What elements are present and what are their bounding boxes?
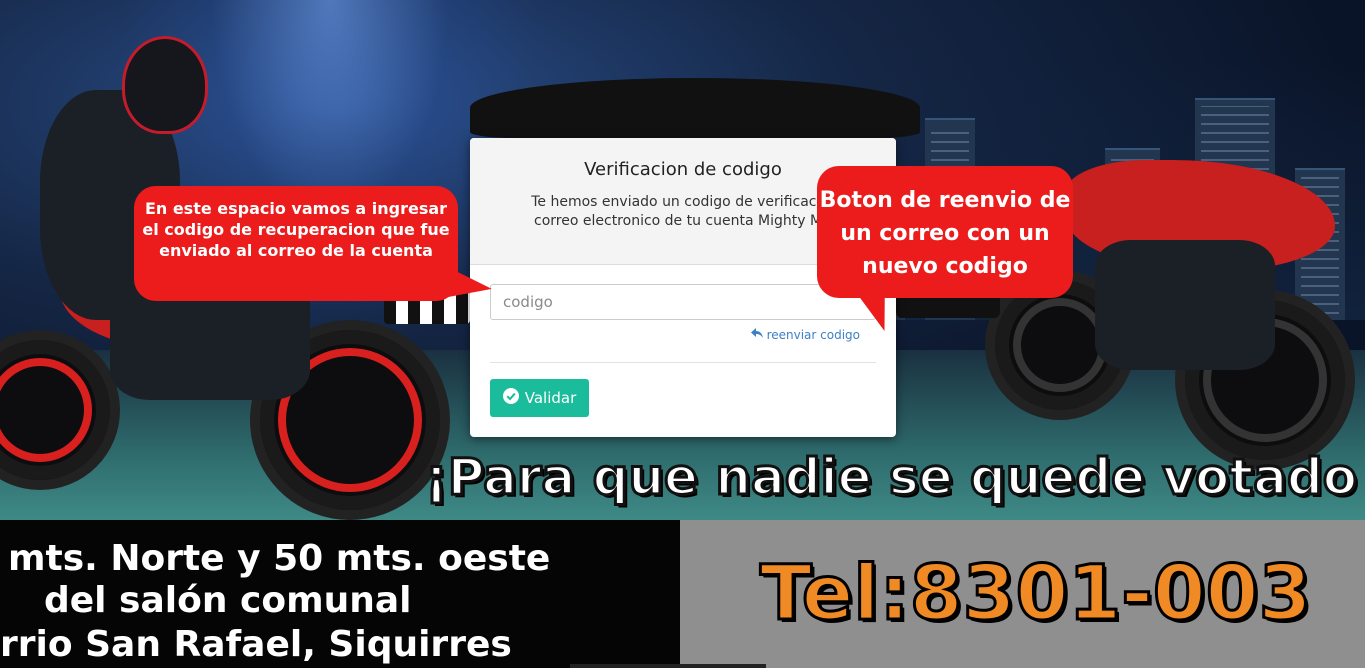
brand-logo xyxy=(470,78,920,138)
slogan-text: ¡Para que nadie se quede votado xyxy=(423,447,1358,508)
phone-number: Tel:8301-003 xyxy=(758,547,1312,639)
bottom-bar xyxy=(570,664,766,668)
check-circle-icon xyxy=(502,388,519,408)
address-line: del salón comunal xyxy=(44,580,412,621)
resend-code-link[interactable]: reenviar codigo xyxy=(750,328,860,342)
reply-arrow-icon xyxy=(750,328,763,342)
address-panel: mts. Norte y 50 mts. oeste del salón com… xyxy=(0,520,680,668)
validate-label: Validar xyxy=(524,389,577,407)
code-input[interactable] xyxy=(490,284,876,320)
resend-label: reenviar codigo xyxy=(766,328,860,342)
validate-button[interactable]: Validar xyxy=(490,379,589,417)
address-line: rrio San Rafael, Siquirres xyxy=(0,624,512,665)
resend-annotation-bubble: Boton de reenvio de un correo con un nue… xyxy=(817,166,1073,298)
bike-engine xyxy=(1095,240,1275,370)
input-annotation-bubble: En este espacio vamos a ingresar el codi… xyxy=(134,186,458,301)
front-wheel xyxy=(0,330,120,490)
helmet xyxy=(122,36,208,134)
address-line: mts. Norte y 50 mts. oeste xyxy=(8,538,551,579)
divider xyxy=(490,362,876,363)
